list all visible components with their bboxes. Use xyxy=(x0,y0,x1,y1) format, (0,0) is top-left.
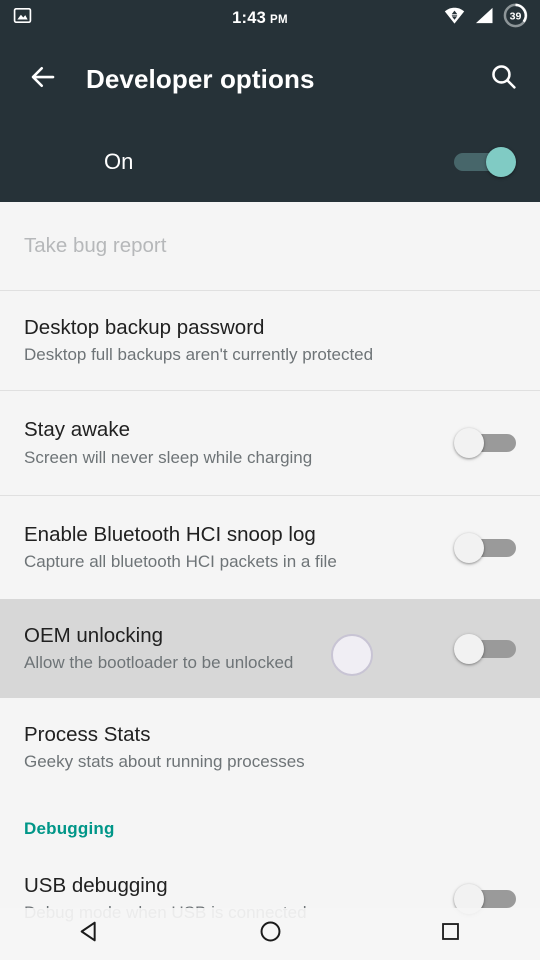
nav-back-triangle-icon xyxy=(78,919,103,949)
list-item-subtitle: Desktop full backups aren't currently pr… xyxy=(24,345,374,365)
master-switch-toggle[interactable] xyxy=(454,147,516,177)
list-item-take-bug-report: Take bug report xyxy=(0,202,540,290)
search-icon xyxy=(489,62,518,96)
clock-ampm: PM xyxy=(269,13,288,26)
cell-signal-icon xyxy=(474,7,494,29)
list-item-text: OEM unlocking Allow the bootloader to be … xyxy=(24,623,438,675)
list-item-title: USB debugging xyxy=(24,873,168,897)
list-item-title: OEM unlocking xyxy=(24,623,164,647)
nav-home-button[interactable] xyxy=(215,908,325,960)
switch-thumb xyxy=(454,428,484,458)
list-item-subtitle: Capture all bluetooth HCI packets in a f… xyxy=(24,552,337,572)
status-bar-notifications xyxy=(0,6,120,30)
switch-thumb xyxy=(454,633,484,664)
list-item-text: Enable Bluetooth HCI snoop log Capture al… xyxy=(24,522,438,574)
system-navigation-bar xyxy=(0,908,540,960)
battery-icon: 39 xyxy=(503,3,528,33)
list-item-title: Stay awake xyxy=(24,418,130,442)
clock-time: 1:43 xyxy=(232,8,266,27)
nav-home-circle-icon xyxy=(258,919,283,949)
status-bar: 1:43 PM 39 xyxy=(0,0,540,36)
list-item-desktop-backup-password[interactable]: Desktop backup password Desktop full back… xyxy=(0,291,540,390)
switch-thumb xyxy=(454,532,484,563)
list-item-text: Process Stats Geeky stats about running p… xyxy=(24,722,516,774)
wifi-icon xyxy=(444,7,465,29)
list-item-oem-unlocking[interactable]: OEM unlocking Allow the bootloader to be … xyxy=(0,599,540,698)
list-item-enable-bluetooth-hci-snoop-log[interactable]: Enable Bluetooth HCI snoop log Capture al… xyxy=(0,496,540,599)
nav-recents-button[interactable] xyxy=(395,908,505,960)
list-item-switch-oem-unlocking[interactable] xyxy=(454,633,516,664)
nav-back-button[interactable] xyxy=(35,908,145,960)
back-button[interactable] xyxy=(0,36,86,122)
developer-options-master-row[interactable]: On xyxy=(0,122,540,202)
list-item-text: Desktop backup password Desktop full back… xyxy=(24,315,516,367)
nav-recents-square-icon xyxy=(439,920,462,948)
switch-thumb xyxy=(486,147,516,177)
list-item-subtitle: Geeky stats about running processes xyxy=(24,752,305,772)
page-title: Developer options xyxy=(86,63,315,94)
master-switch-label: On xyxy=(104,149,134,174)
debugging-section-header: Debugging xyxy=(24,819,115,838)
android-screen: 1:43 PM 39 Developer options On Take bug… xyxy=(0,0,540,960)
list-item-subtitle: Allow the bootloader to be unlocked xyxy=(24,653,294,673)
status-bar-indicators: 39 xyxy=(400,3,540,33)
status-bar-clock: 1:43 PM xyxy=(120,9,400,28)
list-item-title: Take bug report xyxy=(24,234,167,258)
list-item-text: Take bug report xyxy=(24,233,516,259)
back-arrow-icon xyxy=(28,62,58,97)
list-item-subtitle: Screen will never sleep while charging xyxy=(24,447,313,467)
search-button[interactable] xyxy=(466,36,540,122)
list-item-title: Enable Bluetooth HCI snoop log xyxy=(24,522,316,546)
list-item-stay-awake[interactable]: Stay awake Screen will never sleep while … xyxy=(0,391,540,495)
app-bar: Developer options xyxy=(0,36,540,122)
list-item-switch-enable-bluetooth-hci-snoop-log[interactable] xyxy=(454,532,516,563)
list-item-process-stats[interactable]: Process Stats Geeky stats about running p… xyxy=(0,698,540,797)
list-item-title: Desktop backup password xyxy=(24,315,265,339)
list-item-text: Stay awake Screen will never sleep while … xyxy=(24,417,438,469)
settings-list[interactable]: Take bug report Desktop backup password De… xyxy=(0,202,540,960)
image-icon xyxy=(13,6,32,30)
list-item-switch-stay-awake[interactable] xyxy=(454,428,516,458)
battery-level-text: 39 xyxy=(510,11,522,23)
list-item-title: Process Stats xyxy=(24,722,151,746)
